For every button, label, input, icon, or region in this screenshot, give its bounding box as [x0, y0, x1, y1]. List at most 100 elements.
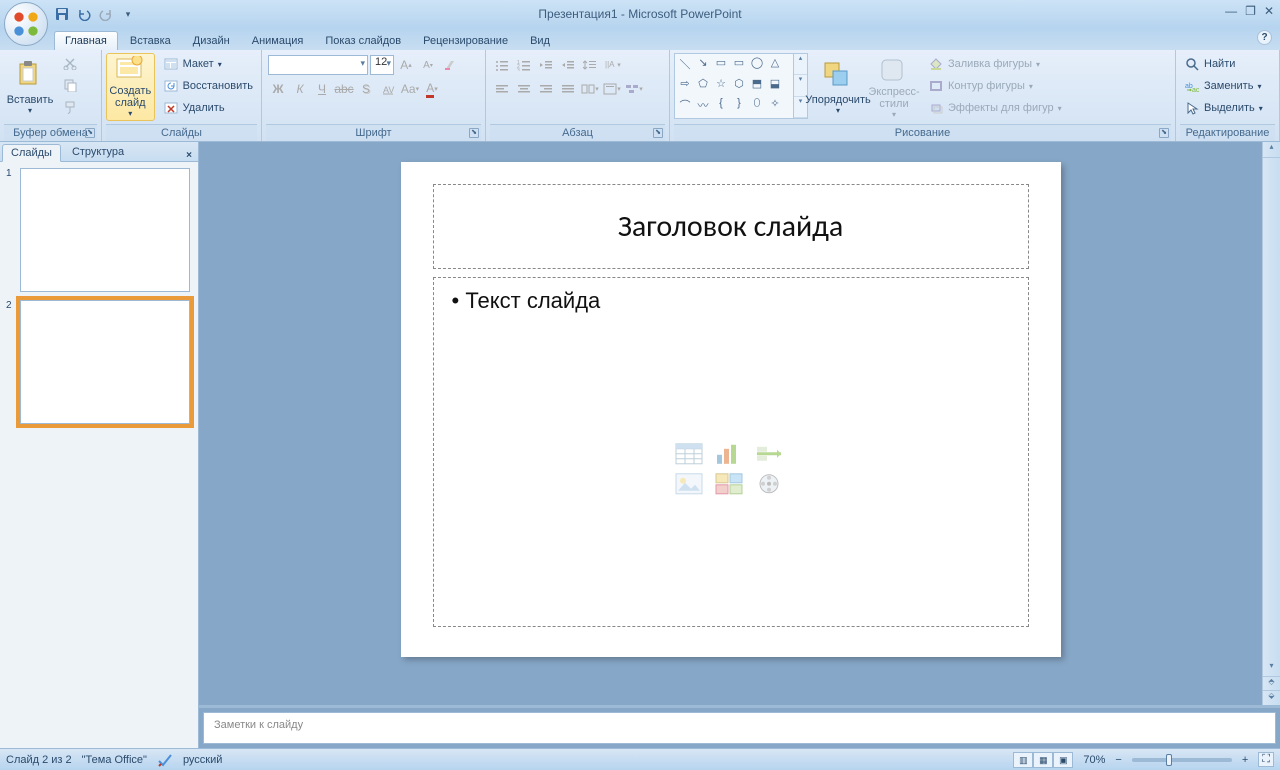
- bullets-icon[interactable]: [492, 55, 512, 75]
- slide-canvas[interactable]: Заголовок слайда Текст слайда: [401, 162, 1061, 657]
- copy-icon[interactable]: [60, 75, 80, 95]
- minimize-button[interactable]: —: [1225, 4, 1237, 18]
- maximize-button[interactable]: ❐: [1245, 4, 1256, 18]
- text-direction-icon[interactable]: ||A▾: [602, 55, 622, 75]
- paragraph-dialog-launcher[interactable]: ⬊: [653, 128, 663, 138]
- change-case-icon[interactable]: Aa▾: [400, 79, 420, 99]
- tab-review[interactable]: Рецензирование: [413, 32, 518, 50]
- window-title: Презентация1 - Microsoft PowerPoint: [0, 7, 1280, 21]
- strikethrough-icon[interactable]: abc: [334, 79, 354, 99]
- slide-thumbnail-1[interactable]: 1: [6, 168, 192, 292]
- tab-design[interactable]: Дизайн: [183, 32, 240, 50]
- underline-icon[interactable]: Ч: [312, 79, 332, 99]
- shadow-text-icon[interactable]: S: [356, 79, 376, 99]
- bold-icon[interactable]: Ж: [268, 79, 288, 99]
- status-slide-number: Слайд 2 из 2: [6, 754, 72, 766]
- grow-font-icon[interactable]: A▴: [396, 55, 416, 75]
- vertical-scrollbar[interactable]: ▴▾ ⬘⬙: [1262, 142, 1280, 705]
- new-slide-button[interactable]: Создать слайд▾: [106, 53, 155, 121]
- align-right-icon[interactable]: [536, 79, 556, 99]
- smartart-convert-icon[interactable]: ▾: [624, 79, 644, 99]
- decrease-indent-icon[interactable]: [536, 55, 556, 75]
- group-drawing-label: Рисование⬊: [674, 124, 1171, 141]
- title-placeholder[interactable]: Заголовок слайда: [433, 184, 1029, 269]
- insert-table-icon: [673, 441, 705, 467]
- qat-dropdown-icon[interactable]: ▾: [120, 6, 136, 22]
- content-insert-icons[interactable]: [673, 441, 789, 497]
- font-size-combo[interactable]: 12: [370, 55, 394, 75]
- status-theme: "Тема Office": [82, 754, 147, 766]
- close-button[interactable]: ✕: [1264, 4, 1274, 18]
- sorter-view-button[interactable]: ▦: [1033, 752, 1053, 768]
- line-spacing-icon[interactable]: [580, 55, 600, 75]
- paste-label: Вставить: [7, 94, 54, 106]
- align-text-icon[interactable]: ▾: [602, 79, 622, 99]
- zoom-slider[interactable]: [1132, 758, 1232, 762]
- arrange-button[interactable]: Упорядочить▾: [812, 53, 864, 121]
- status-language[interactable]: русский: [183, 754, 222, 766]
- panel-tab-outline[interactable]: Структура: [63, 143, 133, 161]
- normal-view-button[interactable]: ▥: [1013, 752, 1033, 768]
- font-dialog-launcher[interactable]: ⬊: [469, 128, 479, 138]
- office-button[interactable]: [4, 2, 48, 46]
- zoom-out-button[interactable]: −: [1115, 754, 1121, 766]
- help-button[interactable]: ?: [1257, 30, 1272, 45]
- clear-formatting-icon[interactable]: [440, 55, 460, 75]
- shapes-gallery[interactable]: ＼↘▭▭◯△ ⇨⬠☆⬡⬒⬓ ⌒〰{}⬯✧: [674, 53, 794, 119]
- group-paragraph-label: Абзац⬊: [490, 124, 665, 141]
- new-slide-label: Создать слайд: [109, 85, 151, 109]
- quick-styles-button[interactable]: Экспресс-стили▾: [868, 53, 920, 121]
- notes-splitter[interactable]: [199, 705, 1280, 708]
- clipboard-dialog-launcher[interactable]: ⬊: [85, 128, 95, 138]
- shape-fill-button[interactable]: Заливка фигуры ▾: [924, 53, 1066, 75]
- format-painter-icon[interactable]: [60, 97, 80, 117]
- font-family-combo[interactable]: [268, 55, 368, 75]
- group-font-label: Шрифт⬊: [266, 124, 481, 141]
- align-center-icon[interactable]: [514, 79, 534, 99]
- shrink-font-icon[interactable]: A▾: [418, 55, 438, 75]
- layout-button[interactable]: Макет ▾: [159, 53, 257, 75]
- save-icon[interactable]: [54, 6, 70, 22]
- content-placeholder[interactable]: Текст слайда: [433, 277, 1029, 627]
- insert-media-icon: [753, 471, 785, 497]
- delete-slide-button[interactable]: Удалить: [159, 97, 257, 119]
- panel-close-icon[interactable]: ×: [186, 150, 192, 161]
- group-editing-label: Редактирование: [1180, 124, 1275, 141]
- paste-button[interactable]: Вставить▾: [4, 53, 56, 121]
- tab-insert[interactable]: Вставка: [120, 32, 181, 50]
- tab-view[interactable]: Вид: [520, 32, 560, 50]
- insert-smartart-icon: [753, 441, 785, 467]
- svg-text:3: 3: [517, 68, 520, 71]
- redo-icon[interactable]: [98, 6, 114, 22]
- shapes-gallery-scroll[interactable]: ▴▾▾: [794, 53, 808, 119]
- tab-slideshow[interactable]: Показ слайдов: [315, 32, 411, 50]
- tab-home[interactable]: Главная: [54, 31, 118, 50]
- notes-pane[interactable]: Заметки к слайду: [203, 712, 1276, 744]
- drawing-dialog-launcher[interactable]: ⬊: [1159, 128, 1169, 138]
- justify-icon[interactable]: [558, 79, 578, 99]
- undo-icon[interactable]: [76, 6, 92, 22]
- select-button[interactable]: Выделить ▾: [1180, 97, 1267, 119]
- cut-icon[interactable]: [60, 53, 80, 73]
- columns-icon[interactable]: ▾: [580, 79, 600, 99]
- italic-icon[interactable]: К: [290, 79, 310, 99]
- font-color-icon[interactable]: A▾: [422, 79, 442, 99]
- tab-animation[interactable]: Анимация: [242, 32, 314, 50]
- find-button[interactable]: Найти: [1180, 53, 1267, 75]
- slide-thumbnail-2[interactable]: 2: [6, 300, 192, 424]
- shape-outline-button[interactable]: Контур фигуры ▾: [924, 75, 1066, 97]
- increase-indent-icon[interactable]: [558, 55, 578, 75]
- spellcheck-icon[interactable]: [157, 753, 173, 767]
- fit-window-button[interactable]: ⛶: [1258, 752, 1274, 767]
- panel-tab-slides[interactable]: Слайды: [2, 144, 61, 162]
- zoom-level[interactable]: 70%: [1083, 754, 1105, 766]
- shape-effects-button[interactable]: Эффекты для фигур ▾: [924, 97, 1066, 119]
- slideshow-view-button[interactable]: ▣: [1053, 752, 1073, 768]
- zoom-in-button[interactable]: +: [1242, 754, 1248, 766]
- numbering-icon[interactable]: 123: [514, 55, 534, 75]
- reset-button[interactable]: Восстановить: [159, 75, 257, 97]
- char-spacing-icon[interactable]: AV: [378, 79, 398, 99]
- replace-button[interactable]: abacЗаменить ▾: [1180, 75, 1267, 97]
- align-left-icon[interactable]: [492, 79, 512, 99]
- svg-text:ac: ac: [1192, 87, 1199, 92]
